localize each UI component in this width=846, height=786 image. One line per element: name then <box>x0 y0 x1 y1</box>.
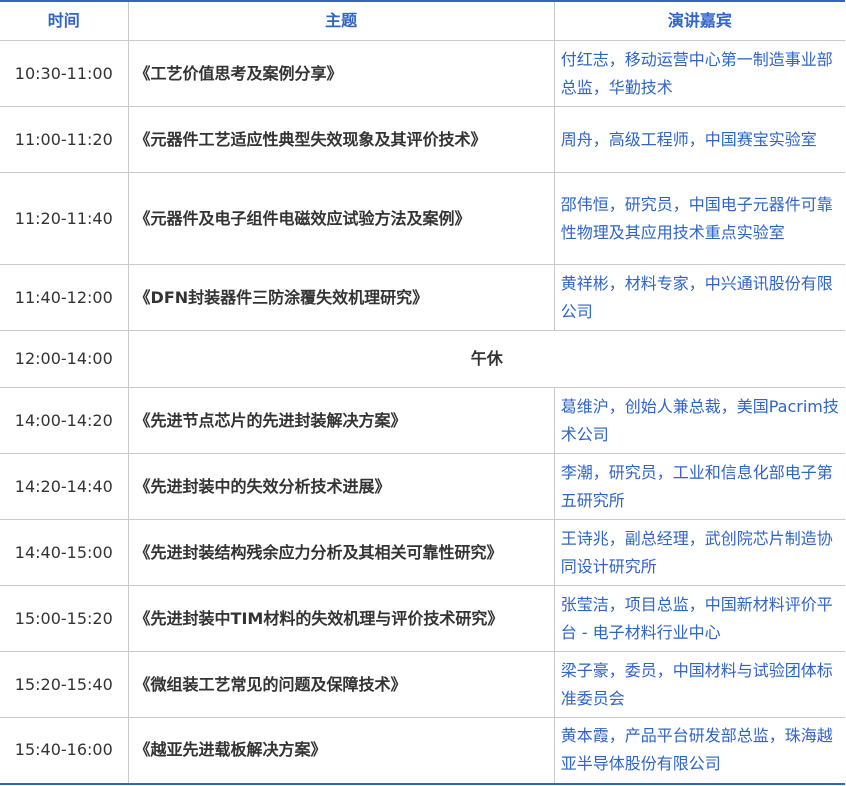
agenda-page: 时间 主题 演讲嘉宾 10:30-11:00 《工艺价值思考及案例分享》 付红志… <box>0 0 846 786</box>
speaker-cell: 王诗兆，副总经理，武创院芯片制造协同设计研究所 <box>553 519 845 586</box>
header-speaker: 演讲嘉宾 <box>553 0 845 41</box>
speaker-cell: 李潮，研究员，工业和信息化部电子第五研究所 <box>553 453 845 520</box>
table-header-row: 时间 主题 演讲嘉宾 <box>0 0 845 41</box>
speaker-cell: 付红志，移动运营中心第一制造事业部总监，华勤技术 <box>553 40 845 107</box>
header-topic: 主题 <box>127 0 555 41</box>
speaker-cell: 葛维沪，创始人兼总裁，美国Pacrim技术公司 <box>553 387 845 454</box>
time-cell: 11:00-11:20 <box>0 106 129 173</box>
speaker-cell: 梁子豪，委员，中国材料与试验团体标准委员会 <box>553 651 845 718</box>
table-row: 15:00-15:20 《先进封装中TIM材料的失效机理与评价技术研究》 张莹洁… <box>0 585 845 652</box>
speaker-cell: 邵伟恒，研究员，中国电子元器件可靠性物理及其应用技术重点实验室 <box>553 172 845 265</box>
topic-cell: 《先进封装中TIM材料的失效机理与评价技术研究》 <box>127 585 555 652</box>
topic-cell: 《微组装工艺常见的问题及保障技术》 <box>127 651 555 718</box>
time-cell: 15:20-15:40 <box>0 651 129 718</box>
topic-cell: 《元器件工艺适应性典型失效现象及其评价技术》 <box>127 106 555 173</box>
table-row-break: 12:00-14:00 午休 <box>0 330 845 388</box>
table-row: 14:40-15:00 《先进封装结构残余应力分析及其相关可靠性研究》 王诗兆，… <box>0 519 845 586</box>
topic-cell: 《先进封装中的失效分析技术进展》 <box>127 453 555 520</box>
topic-cell: 《先进封装结构残余应力分析及其相关可靠性研究》 <box>127 519 555 586</box>
time-cell: 15:00-15:20 <box>0 585 129 652</box>
topic-cell: 《工艺价值思考及案例分享》 <box>127 40 555 107</box>
topic-cell: 《DFN封装器件三防涂覆失效机理研究》 <box>127 264 555 331</box>
table-row: 15:20-15:40 《微组装工艺常见的问题及保障技术》 梁子豪，委员，中国材… <box>0 651 845 718</box>
table-row: 15:40-16:00 《越亚先进载板解决方案》 黄本霞，产品平台研发部总监，珠… <box>0 717 845 784</box>
time-cell: 12:00-14:00 <box>0 330 129 388</box>
time-cell: 14:20-14:40 <box>0 453 129 520</box>
speaker-cell: 周舟，高级工程师，中国赛宝实验室 <box>553 106 845 173</box>
time-cell: 11:20-11:40 <box>0 172 129 265</box>
time-cell: 14:40-15:00 <box>0 519 129 586</box>
agenda-table: 时间 主题 演讲嘉宾 10:30-11:00 《工艺价值思考及案例分享》 付红志… <box>0 0 845 785</box>
topic-cell: 《越亚先进载板解决方案》 <box>127 717 555 784</box>
speaker-cell: 黄祥彬，材料专家，中兴通讯股份有限公司 <box>553 264 845 331</box>
table-row: 14:20-14:40 《先进封装中的失效分析技术进展》 李潮，研究员，工业和信… <box>0 453 845 520</box>
table-row: 11:00-11:20 《元器件工艺适应性典型失效现象及其评价技术》 周舟，高级… <box>0 106 845 173</box>
table-row: 10:30-11:00 《工艺价值思考及案例分享》 付红志，移动运营中心第一制造… <box>0 40 845 107</box>
time-cell: 14:00-14:20 <box>0 387 129 454</box>
time-cell: 11:40-12:00 <box>0 264 129 331</box>
time-cell: 10:30-11:00 <box>0 40 129 107</box>
table-row: 11:20-11:40 《元器件及电子组件电磁效应试验方法及案例》 邵伟恒，研究… <box>0 172 845 265</box>
topic-cell: 《先进节点芯片的先进封装解决方案》 <box>127 387 555 454</box>
speaker-cell: 张莹洁，项目总监，中国新材料评价平台 - 电子材料行业中心 <box>553 585 845 652</box>
speaker-cell: 黄本霞，产品平台研发部总监，珠海越亚半导体股份有限公司 <box>553 717 845 784</box>
table-row: 14:00-14:20 《先进节点芯片的先进封装解决方案》 葛维沪，创始人兼总裁… <box>0 387 845 454</box>
topic-cell: 《元器件及电子组件电磁效应试验方法及案例》 <box>127 172 555 265</box>
header-time: 时间 <box>0 0 129 41</box>
break-cell: 午休 <box>127 330 845 388</box>
table-row: 11:40-12:00 《DFN封装器件三防涂覆失效机理研究》 黄祥彬，材料专家… <box>0 264 845 331</box>
time-cell: 15:40-16:00 <box>0 717 129 784</box>
